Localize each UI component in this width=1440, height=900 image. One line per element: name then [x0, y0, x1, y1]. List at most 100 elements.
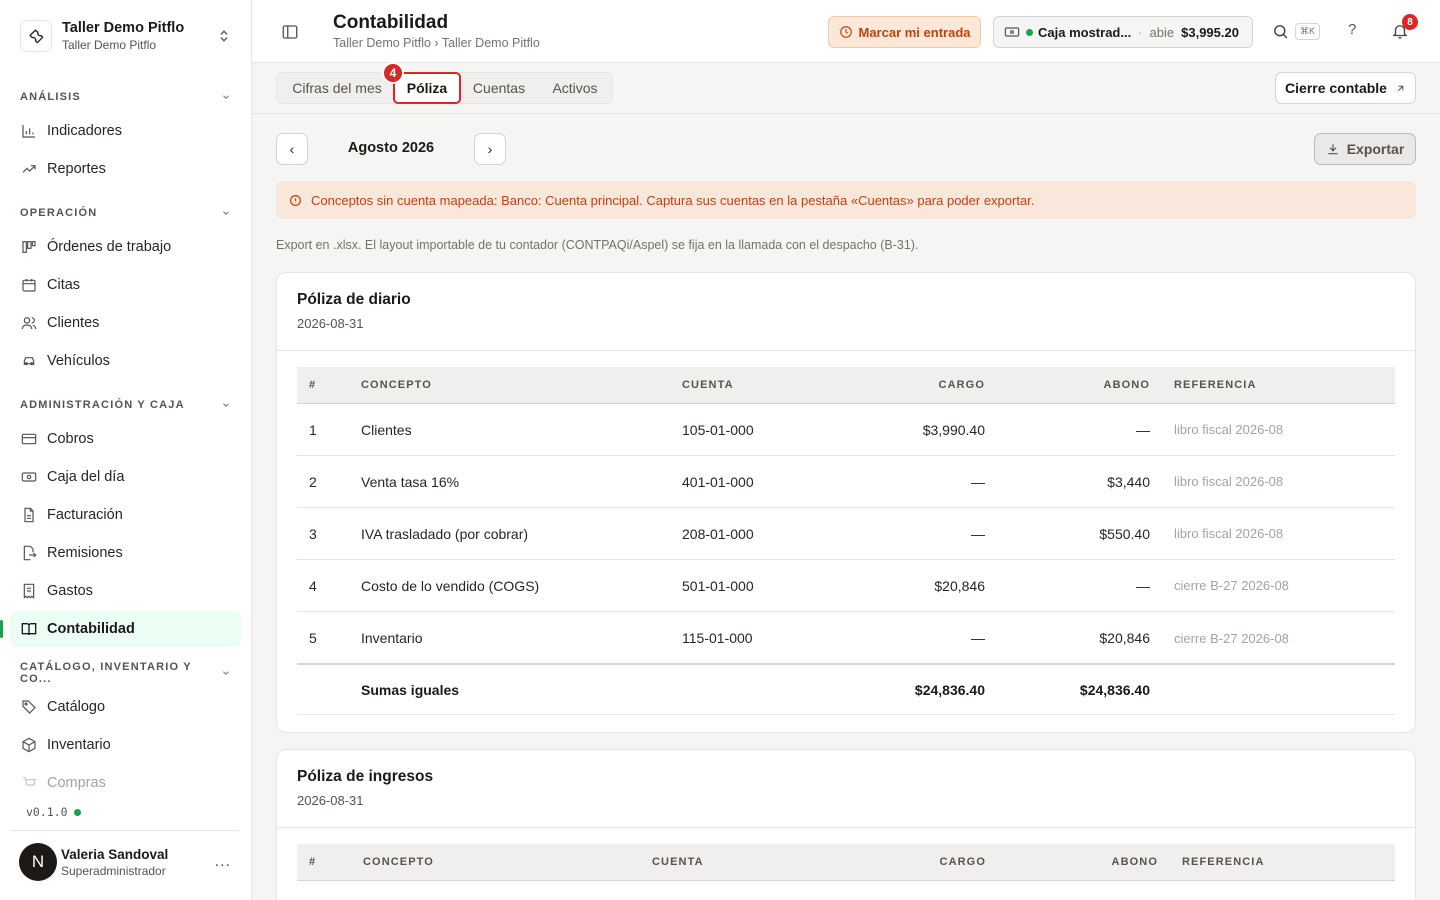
- row-cuenta: 401-01-000: [682, 473, 754, 490]
- row-num: 2: [309, 473, 317, 490]
- clock-icon: [839, 26, 852, 38]
- org-subtitle: Taller Demo Pitflo: [62, 38, 157, 52]
- search-icon[interactable]: [1272, 23, 1289, 40]
- row-cuenta: 115-01-000: [682, 630, 753, 646]
- row-concepto: IVA trasladado (por cobrar): [361, 525, 529, 542]
- section-label: ANÁLISIS: [20, 91, 81, 103]
- export-button[interactable]: Exportar: [1314, 133, 1416, 165]
- row-cargo: —: [971, 525, 985, 542]
- top-header: Contabilidad Taller Demo Pitflo › Taller…: [252, 0, 1440, 63]
- col-cuenta: CUENTA: [682, 379, 734, 391]
- credit-card-icon: [20, 431, 37, 448]
- nav-label: Clientes: [47, 315, 100, 331]
- row-num: 4: [309, 577, 317, 594]
- version-text: v0.1.0: [26, 805, 68, 819]
- calendar-icon: [20, 277, 37, 294]
- nav-label: Indicadores: [47, 123, 122, 139]
- nav-ordenes[interactable]: Órdenes de trabajo: [10, 229, 241, 265]
- nav-compras[interactable]: Compras: [10, 765, 241, 801]
- nav-citas[interactable]: Citas: [10, 267, 241, 303]
- card-date: 2026-08-31: [297, 316, 364, 331]
- row-concepto: Venta tasa 16%: [361, 473, 460, 490]
- table-row: 2 Venta tasa 16% 401-01-000 — $3,440 lib…: [297, 456, 1395, 508]
- row-referencia: cierre B-27 2026-08: [1174, 578, 1289, 593]
- totals-label: Sumas iguales: [361, 681, 460, 698]
- nav-label: Vehículos: [47, 353, 110, 369]
- row-cargo: $3,990.40: [922, 421, 985, 438]
- row-referencia: libro fiscal 2026-08: [1174, 422, 1284, 437]
- nav-reportes[interactable]: Reportes: [10, 151, 241, 187]
- nav-caja[interactable]: Caja del día: [10, 459, 241, 495]
- nav-cobros[interactable]: Cobros: [10, 421, 241, 457]
- col-cuenta: CUENTA: [652, 856, 704, 868]
- row-abono: —: [1136, 577, 1150, 594]
- prev-period-button[interactable]: ‹: [276, 133, 308, 165]
- row-concepto: Clientes: [361, 421, 412, 438]
- nav-label: Gastos: [47, 583, 93, 599]
- next-period-button[interactable]: ›: [474, 133, 506, 165]
- section-label: ADMINISTRACIÓN Y CAJA: [20, 399, 185, 411]
- version-tag: v0.1.0: [26, 805, 81, 819]
- cash-separator: ·: [1138, 24, 1143, 40]
- divider: [10, 830, 239, 831]
- divider: [277, 827, 1415, 828]
- row-abono: —: [1136, 421, 1150, 438]
- tab-cifras[interactable]: Cifras del mes: [280, 73, 394, 103]
- user-menu[interactable]: N Valeria Sandoval Superadministrador ..…: [19, 843, 241, 881]
- card-title: Póliza de ingresos: [297, 768, 434, 785]
- tab-activos[interactable]: Activos: [537, 73, 613, 103]
- row-cuenta: 208-01-000: [682, 525, 754, 542]
- totals-abono: $24,836.40: [1079, 681, 1150, 698]
- row-referencia: libro fiscal 2026-08: [1174, 526, 1284, 541]
- sidebar-toggle-icon[interactable]: [281, 23, 299, 41]
- section-catalogo[interactable]: CATÁLOGO, INVENTARIO Y CO...: [20, 661, 231, 685]
- alert-circle-icon: [290, 194, 301, 206]
- nav-label: Compras: [47, 775, 106, 791]
- col-cargo: CARGO: [938, 379, 985, 391]
- bar-chart-icon: [20, 123, 37, 140]
- close-accounting-button[interactable]: Cierre contable: [1275, 72, 1416, 104]
- row-cuenta: 105-01-000: [682, 421, 754, 438]
- table-row: 5 Inventario 115-01-000 — $20,846 cierre…: [297, 612, 1395, 664]
- section-operacion[interactable]: OPERACIÓN: [20, 205, 231, 221]
- nav-gastos[interactable]: Gastos: [10, 573, 241, 609]
- nav-inventario[interactable]: Inventario: [10, 727, 241, 763]
- download-icon: [1328, 144, 1338, 155]
- nav-facturacion[interactable]: Facturación: [10, 497, 241, 533]
- table-header: # CONCEPTO CUENTA CARGO ABONO REFERENCIA: [297, 844, 1395, 881]
- poliza-card: Póliza de ingresos 2026-08-31 # CONCEPTO…: [276, 749, 1416, 900]
- cash-state: abie: [1149, 24, 1175, 40]
- table-row: 3 IVA trasladado (por cobrar) 208-01-000…: [297, 508, 1395, 560]
- section-analisis[interactable]: ANÁLISIS: [20, 89, 231, 105]
- nav-remisiones[interactable]: Remisiones: [10, 535, 241, 571]
- nav-label: Citas: [47, 277, 81, 293]
- cash-register-button[interactable]: Caja mostrad... · abie $3,995.20: [993, 16, 1253, 48]
- user-name: Valeria Sandoval: [61, 846, 169, 862]
- nav-label: Órdenes de trabajo: [47, 239, 172, 255]
- tab-cuentas[interactable]: Cuentas: [463, 73, 535, 103]
- nav-catalogo[interactable]: Catálogo: [10, 689, 241, 725]
- nav-contabilidad[interactable]: Contabilidad: [10, 611, 241, 647]
- step-badge: 4: [382, 62, 404, 84]
- nav-indicadores[interactable]: Indicadores: [10, 113, 241, 149]
- col-concepto: CONCEPTO: [363, 856, 434, 868]
- nav-vehiculos[interactable]: Vehículos: [10, 343, 241, 379]
- divider: [252, 113, 1440, 114]
- card-date: 2026-08-31: [297, 793, 364, 808]
- more-icon[interactable]: ...: [215, 853, 231, 871]
- status-dot: [1026, 28, 1033, 36]
- row-abono: $3,440: [1107, 473, 1150, 490]
- org-switcher[interactable]: Taller Demo Pitflo Taller Demo Pitflo: [10, 10, 242, 62]
- row-num: 3: [309, 525, 317, 542]
- nav-label: Caja del día: [47, 469, 125, 485]
- warning-banner: Conceptos sin cuenta mapeada: Banco: Cue…: [276, 181, 1416, 219]
- export-note: Export en .xlsx. El layout importable de…: [276, 238, 919, 252]
- clock-in-button[interactable]: Marcar mi entrada: [828, 16, 981, 48]
- row-cargo: $20,846: [934, 577, 985, 594]
- help-icon[interactable]: ?: [1348, 21, 1356, 38]
- nav-label: Remisiones: [47, 545, 123, 561]
- period-label: Agosto 2026: [347, 140, 435, 156]
- nav-clientes[interactable]: Clientes: [10, 305, 241, 341]
- section-administracion[interactable]: ADMINISTRACIÓN Y CAJA: [20, 397, 231, 413]
- chevron-down-icon: [223, 671, 229, 675]
